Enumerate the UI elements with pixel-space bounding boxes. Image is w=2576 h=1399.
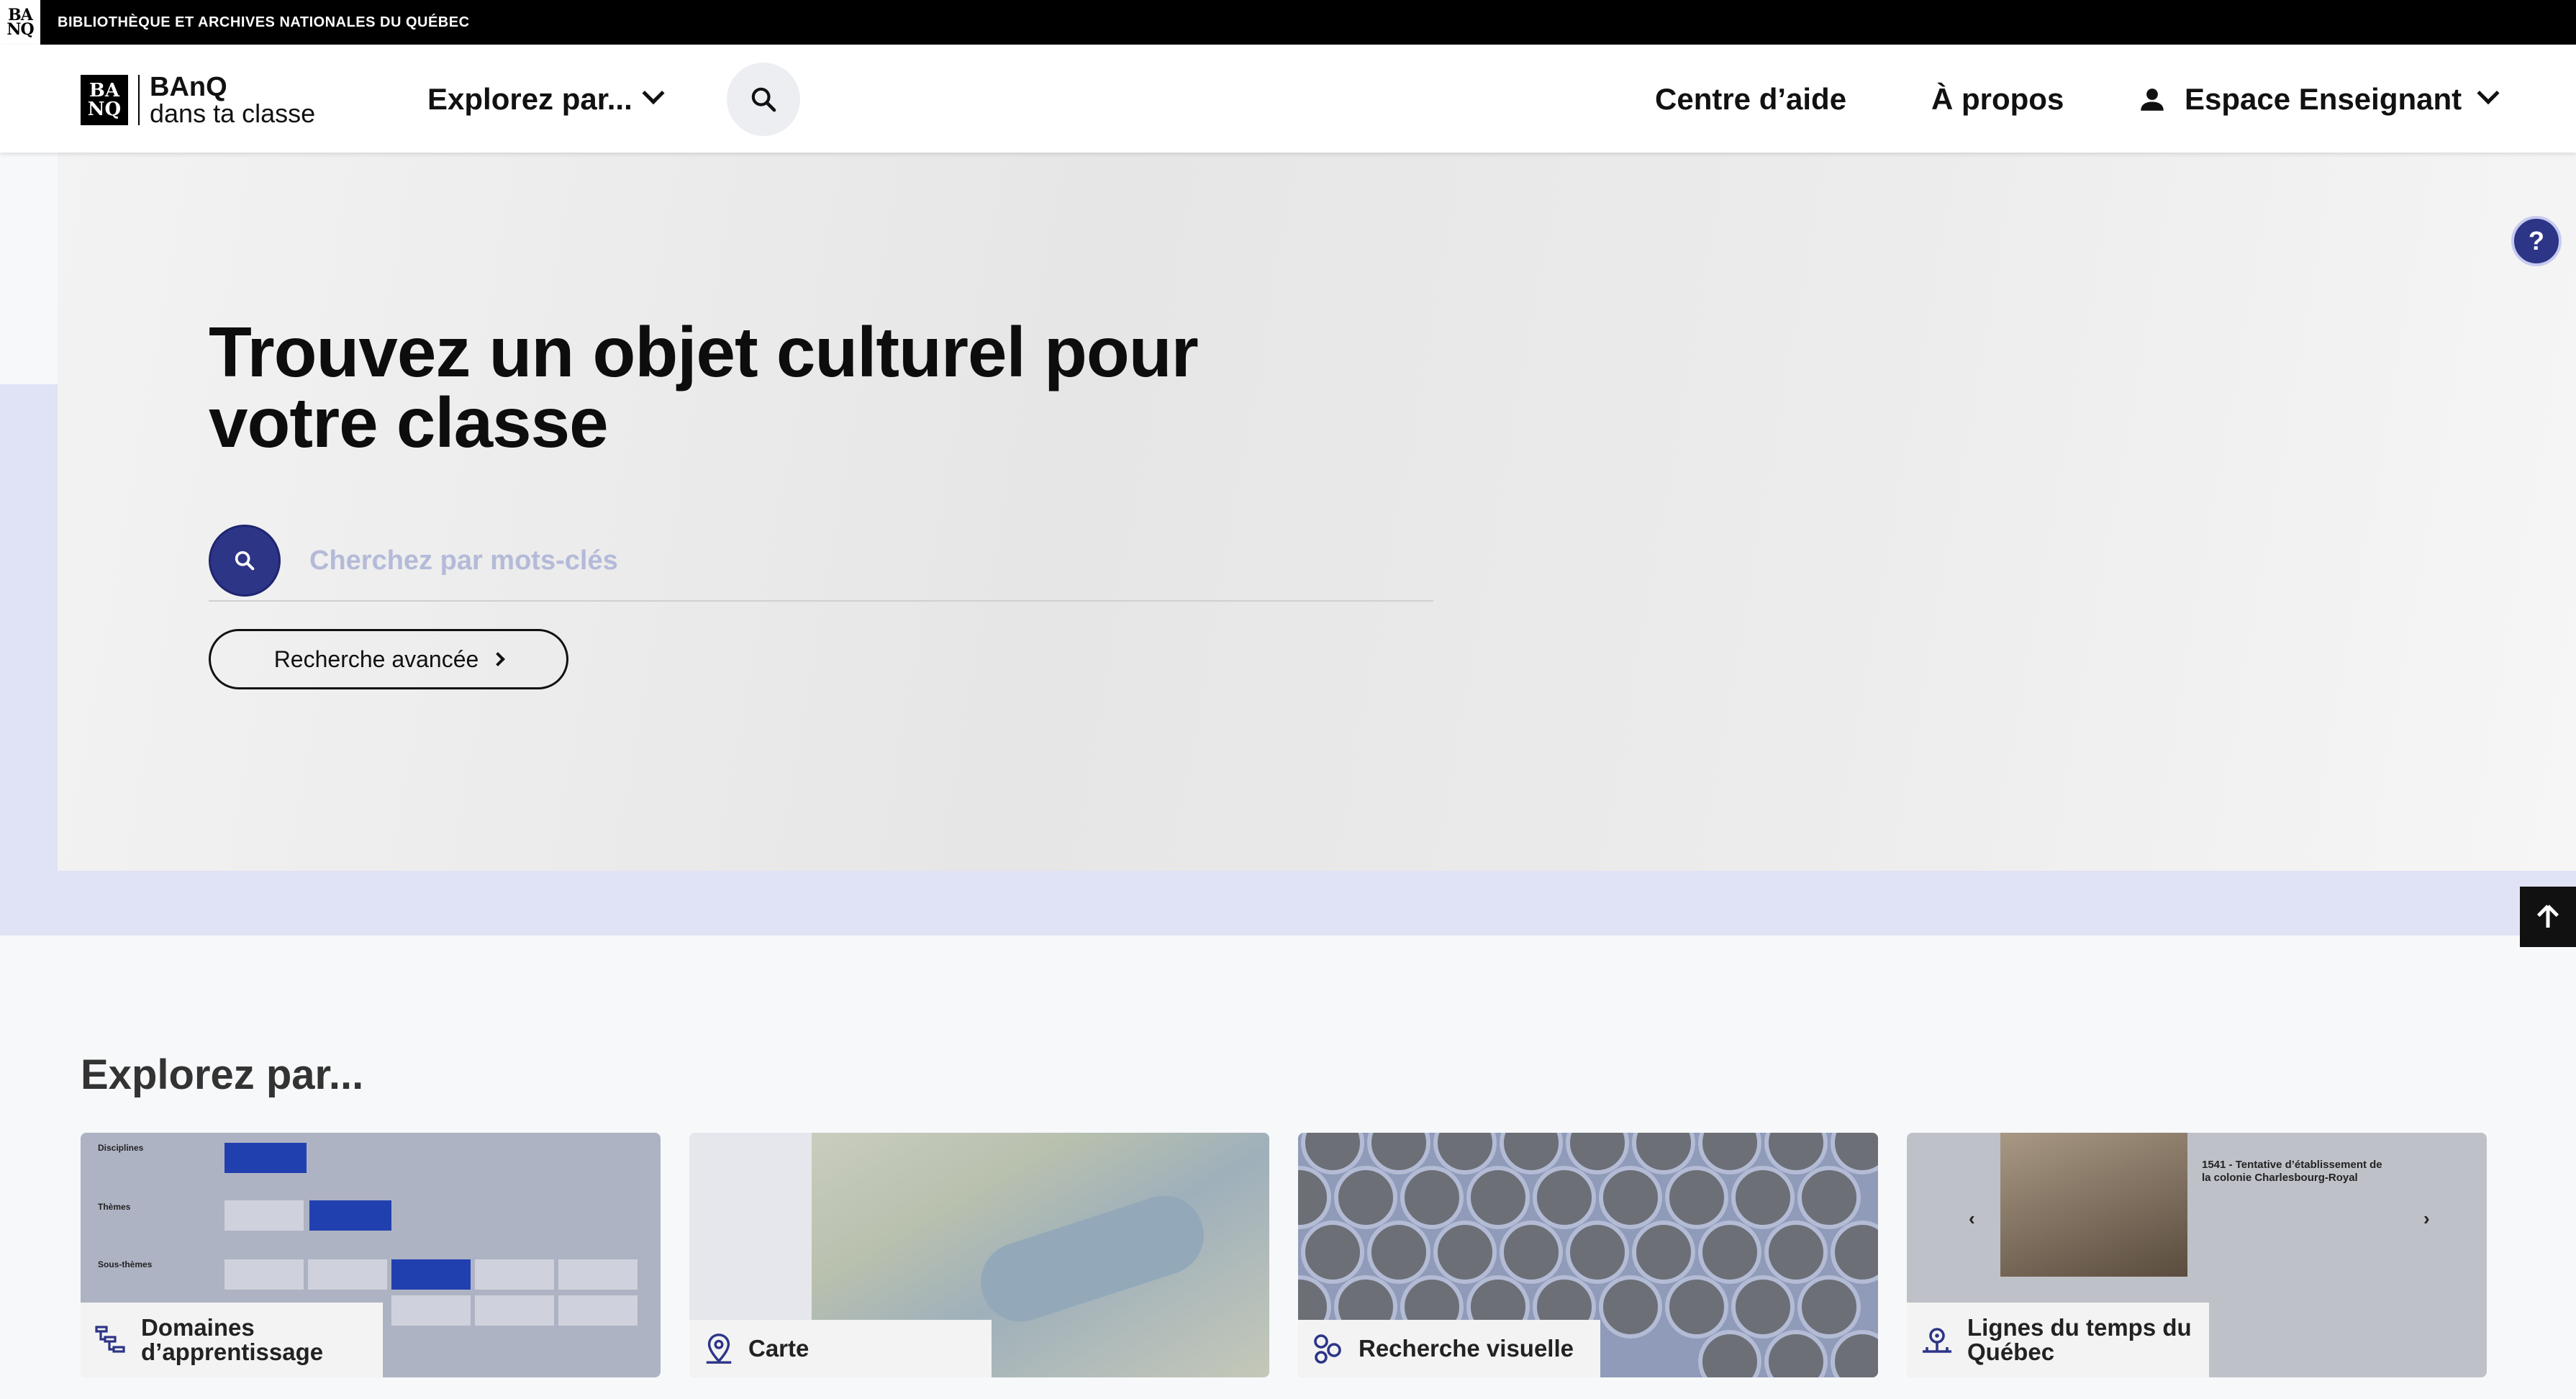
nav-help-center[interactable]: Centre d’aide <box>1655 79 1846 119</box>
explore-dropdown[interactable]: Explorez par... <box>427 79 665 119</box>
explore-cards: Disciplines Thèmes Sous-thèmes Domaines … <box>81 1133 2487 1377</box>
search-icon <box>235 551 255 571</box>
preview-pill <box>225 1200 304 1231</box>
hero-title: Trouvez un objet culturel pour votre cla… <box>209 312 1199 462</box>
hexagons-icon <box>1314 1334 1341 1364</box>
map-pin-icon <box>706 1334 732 1364</box>
preview-pill <box>308 1259 387 1290</box>
card-label-text: Carte <box>748 1335 809 1362</box>
preview-row-label: Thèmes <box>98 1202 131 1212</box>
advanced-search-label: Recherche avancée <box>273 646 479 672</box>
explore-section-title: Explorez par... <box>81 1051 364 1098</box>
person-icon <box>2141 89 2164 111</box>
explore-dropdown-label: Explorez par... <box>427 82 632 116</box>
card-label: Lignes du temps du Québec <box>1907 1303 2209 1377</box>
brand-divider <box>138 75 140 125</box>
card-visual-search[interactable]: Recherche visuelle <box>1298 1133 1878 1377</box>
card-label-text: Lignes du temps du Québec <box>1967 1314 2192 1365</box>
help-button[interactable]: ? <box>2511 216 2562 266</box>
preview-pill <box>475 1295 554 1326</box>
chevron-left-icon: ‹ <box>1969 1208 1975 1229</box>
preview-pill <box>475 1259 554 1290</box>
banq-logo-mark: BA NQ <box>81 75 128 125</box>
top-institution-bar: BA NQ BIBLIOTHÈQUE ET ARCHIVES NATIONALES… <box>0 0 2576 45</box>
preview-pill <box>391 1295 471 1326</box>
hero-accent-left <box>0 384 58 936</box>
hero-accent-bottom <box>0 871 2576 936</box>
brand-name: BAnQ <box>150 72 227 102</box>
hero-search-button[interactable] <box>209 525 281 597</box>
preview-pill <box>558 1295 638 1326</box>
header-search-button[interactable] <box>727 63 800 136</box>
advanced-search-button[interactable]: Recherche avancée <box>209 629 568 689</box>
hierarchy-icon <box>95 1326 125 1353</box>
card-map[interactable]: Carte <box>689 1133 1269 1377</box>
card-label: Recherche visuelle <box>1298 1320 1600 1377</box>
chevron-right-icon <box>491 652 506 666</box>
timeline-portrait-preview <box>2000 1133 2187 1277</box>
preview-pill <box>309 1200 391 1231</box>
nav-about[interactable]: À propos <box>1931 79 2064 119</box>
brand-logo[interactable]: BA NQ BAnQ dans ta classe <box>81 73 315 127</box>
nav-teacher-label: Espace Enseignant <box>2185 82 2462 116</box>
preview-pill <box>225 1259 304 1290</box>
card-timelines[interactable]: ‹ › 1541 - Tentative d’établissement de … <box>1907 1133 2487 1377</box>
hero-search-bar <box>209 521 1433 602</box>
chevron-right-icon: › <box>2423 1208 2430 1229</box>
keyword-search-input[interactable] <box>309 545 1317 576</box>
arrow-up-icon <box>2536 905 2559 928</box>
timeline-event-title: 1541 - Tentative d’établissement de la c… <box>2202 1159 2382 1184</box>
preview-row-label: Disciplines <box>98 1143 144 1153</box>
brand-subtitle: dans ta classe <box>150 99 316 128</box>
timeline-icon <box>1923 1328 1951 1353</box>
card-learning-domains[interactable]: Disciplines Thèmes Sous-thèmes Domaines … <box>81 1133 661 1377</box>
nav-teacher-space[interactable]: Espace Enseignant <box>2137 79 2500 119</box>
card-label-text: Recherche visuelle <box>1359 1335 1574 1362</box>
card-label: Carte <box>689 1320 992 1377</box>
card-label-text: Domaines d’apprentissage <box>141 1314 324 1365</box>
chevron-down-icon <box>642 81 665 105</box>
preview-pill <box>225 1143 307 1173</box>
chevron-down-icon <box>2477 81 2500 105</box>
search-icon <box>751 87 776 112</box>
institution-name: BIBLIOTHÈQUE ET ARCHIVES NATIONALES DU Q… <box>58 14 470 30</box>
preview-pill <box>558 1259 638 1290</box>
card-label: Domaines d’apprentissage <box>81 1303 383 1377</box>
hero-banner <box>58 153 2576 871</box>
preview-pill <box>391 1259 471 1290</box>
back-to-top-button[interactable] <box>2520 887 2576 947</box>
main-header: BA NQ BAnQ dans ta classe Explorez par...… <box>0 45 2576 153</box>
banq-mini-logo[interactable]: BA NQ <box>0 0 40 45</box>
preview-row-label: Sous-thèmes <box>98 1259 153 1269</box>
